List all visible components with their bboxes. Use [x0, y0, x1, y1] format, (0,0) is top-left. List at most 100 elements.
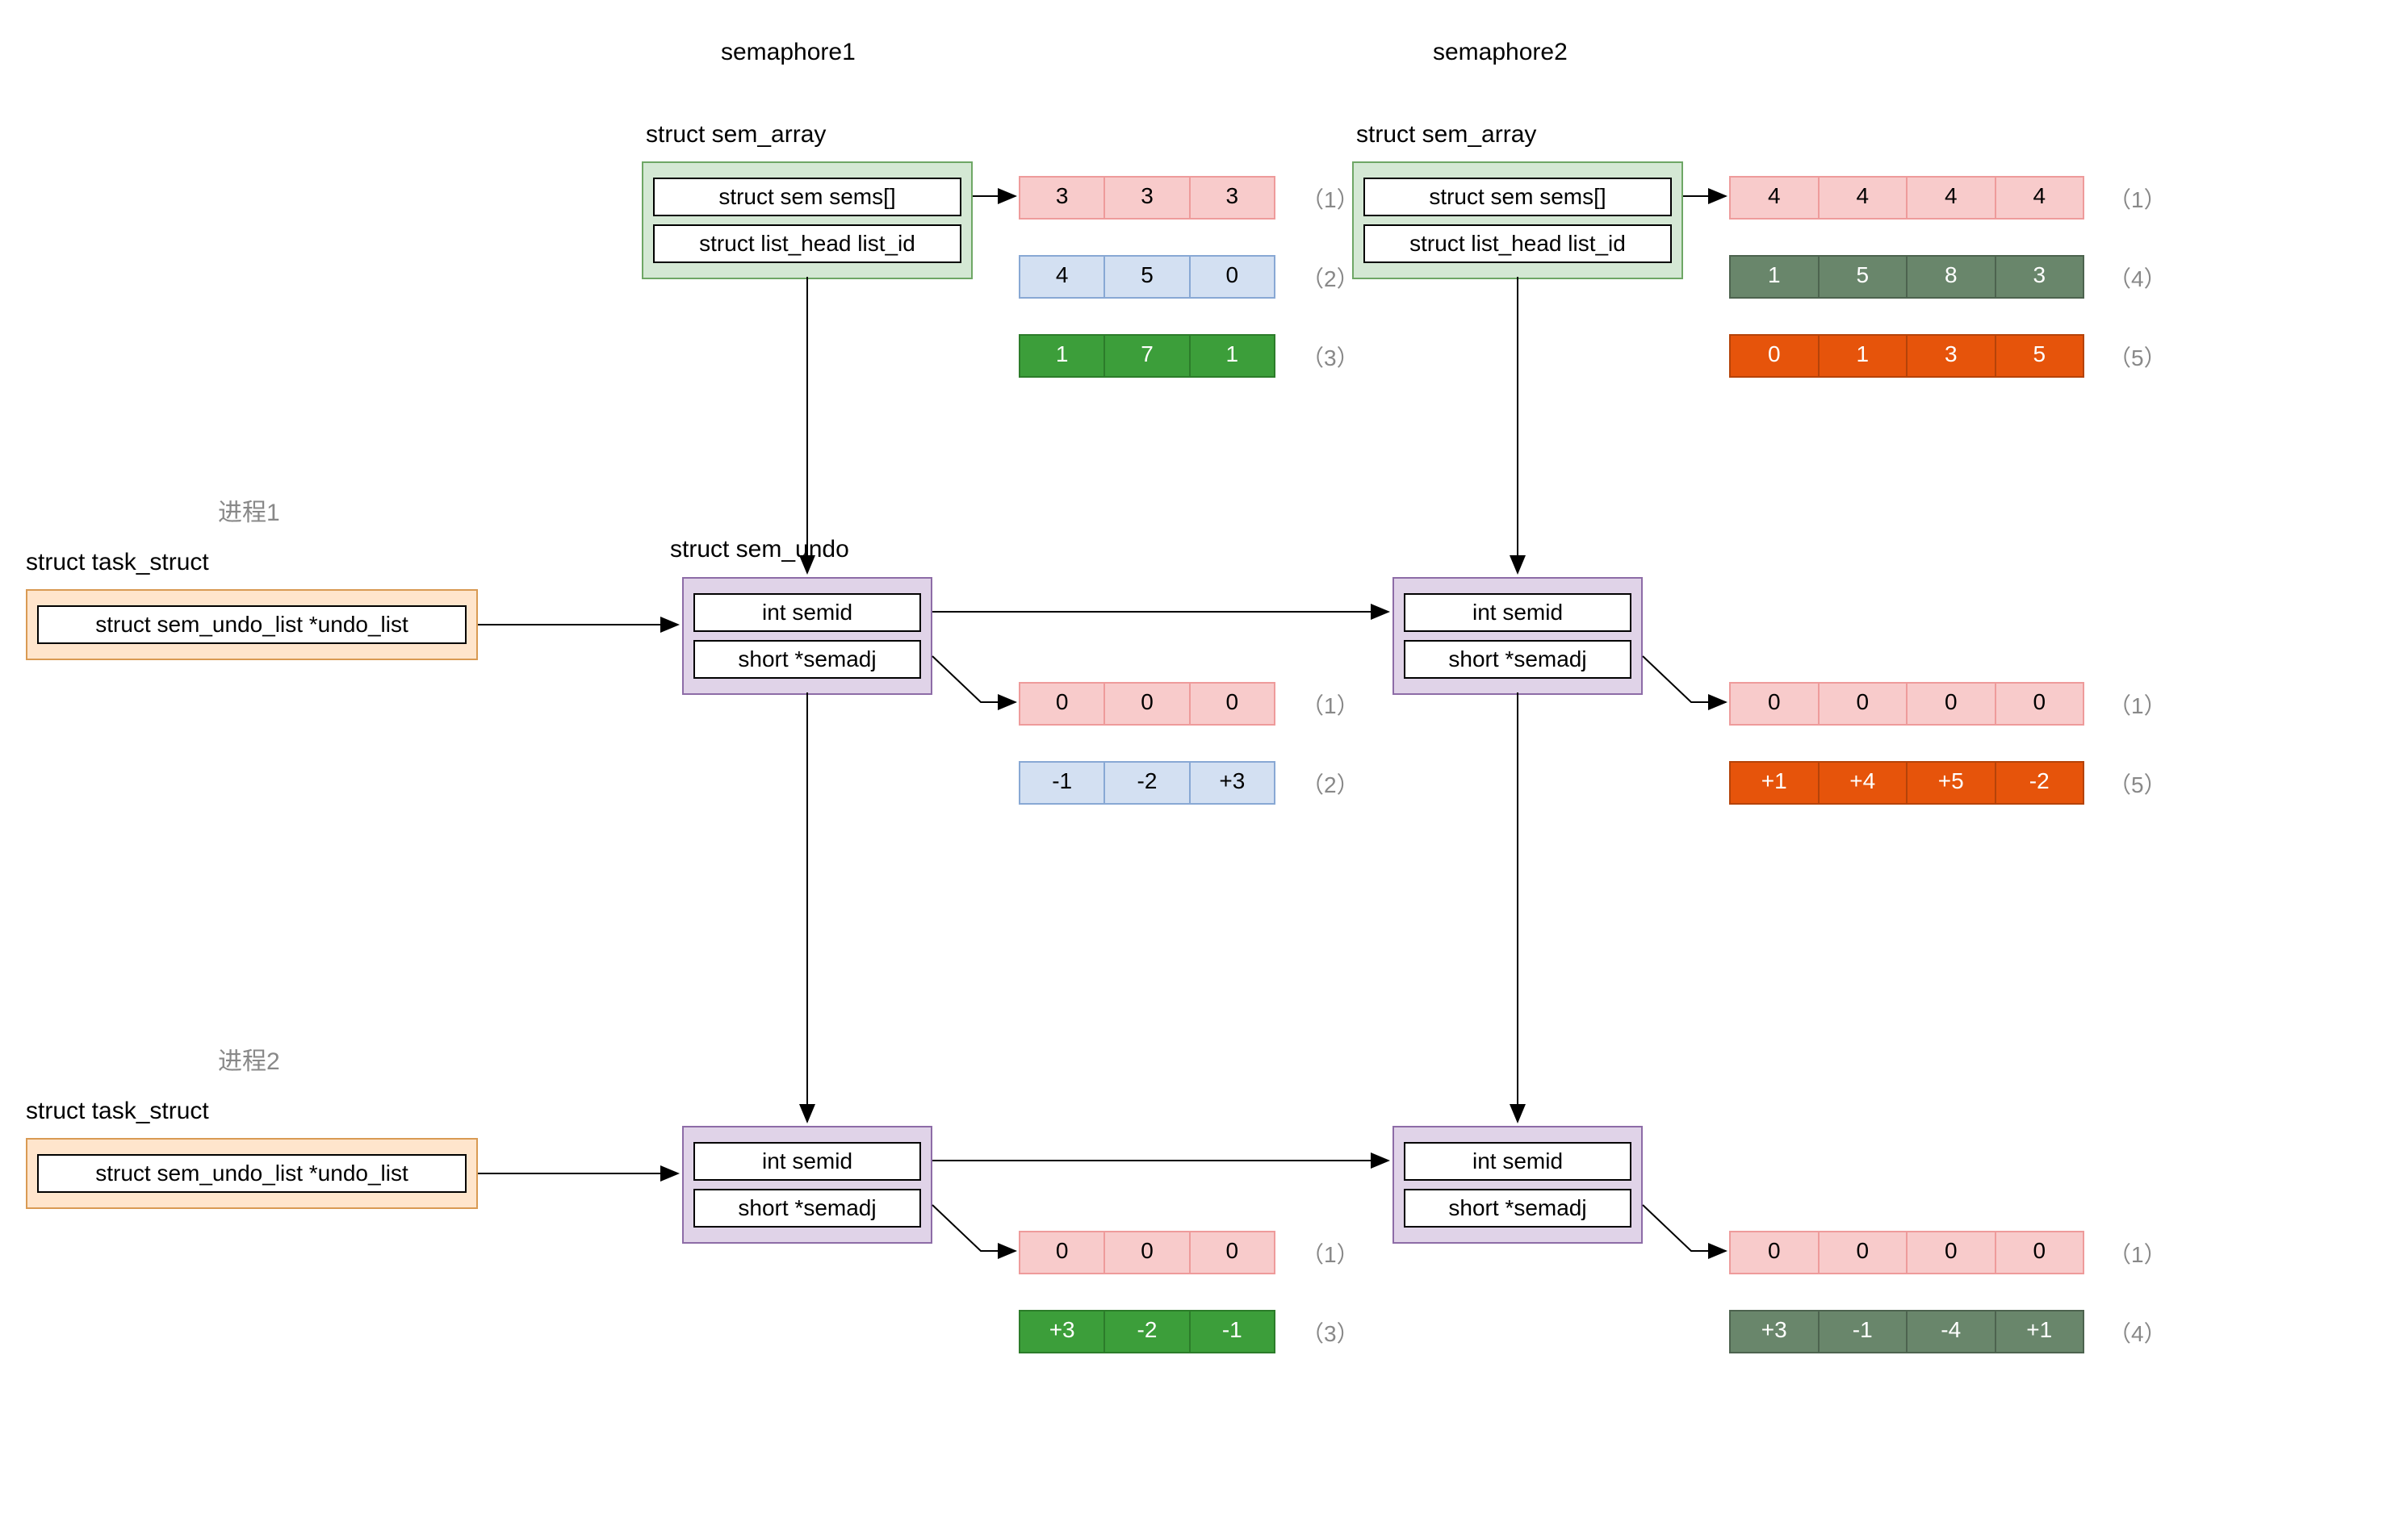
list-head-field: struct list_head list_id [653, 224, 961, 263]
cell: 0 [1191, 684, 1274, 724]
semadj-field: short *semadj [693, 1189, 921, 1228]
list-head-field: struct list_head list_id [1363, 224, 1672, 263]
cell: 3 [1105, 178, 1190, 218]
undo_p2_s1-row0: 000 [1019, 1231, 1275, 1274]
sem_array1-tag0: （1） [1301, 182, 1359, 215]
cell: 7 [1105, 336, 1190, 376]
semid-field: int semid [693, 593, 921, 632]
sem_array1-row0: 333 [1019, 176, 1275, 220]
undo-list-field: struct sem_undo_list *undo_list [37, 605, 467, 644]
cell: +3 [1020, 1311, 1105, 1352]
cell: 0 [1191, 1232, 1274, 1273]
cell: 0 [1731, 1232, 1820, 1273]
cell: 0 [1191, 257, 1274, 297]
semid-field: int semid [1404, 593, 1631, 632]
undo_p1_s1-row0: 000 [1019, 682, 1275, 726]
process2-label: 进程2 [218, 1041, 280, 1077]
sem_array1-tag2: （3） [1301, 341, 1359, 373]
undo_p2_s2-tag1: （4） [2109, 1316, 2167, 1349]
cell: +3 [1191, 763, 1274, 803]
undo_p1_s2-row1: +1+4+5-2 [1729, 761, 2084, 805]
cell: +1 [1996, 1311, 2083, 1352]
sem-undo-p1s1-box: int semid short *semadj [682, 577, 932, 695]
cell: 3 [1191, 178, 1274, 218]
undo_p2_s1-tag0: （1） [1301, 1237, 1359, 1270]
cell: 4 [1020, 257, 1105, 297]
sem-undo-p1s2-box: int semid short *semadj [1392, 577, 1643, 695]
cell: 5 [1996, 336, 2083, 376]
cell: 0 [1731, 684, 1820, 724]
cell: 3 [1996, 257, 2083, 297]
undo_p1_s1-tag1: （2） [1301, 768, 1359, 800]
cell: 3 [1020, 178, 1105, 218]
task-struct1-label: struct task_struct [26, 549, 209, 576]
undo_p2_s2-row0: 0000 [1729, 1231, 2084, 1274]
cell: 0 [1996, 684, 2083, 724]
sem-undo-label: struct sem_undo [670, 536, 849, 563]
semaphore2-title: semaphore2 [1433, 39, 1568, 66]
cell: 8 [1908, 257, 1996, 297]
sem_array1-tag1: （2） [1301, 261, 1359, 294]
semid-field: int semid [693, 1142, 921, 1181]
cell: 0 [1020, 684, 1105, 724]
cell: 0 [1731, 336, 1820, 376]
cell: 0 [1105, 1232, 1190, 1273]
undo_p2_s1-tag1: （3） [1301, 1316, 1359, 1349]
cell: -1 [1191, 1311, 1274, 1352]
sem_array2-tag0: （1） [2109, 182, 2167, 215]
undo_p1_s2-tag1: （5） [2109, 768, 2167, 800]
undo-list-field: struct sem_undo_list *undo_list [37, 1154, 467, 1193]
cell: 5 [1820, 257, 1908, 297]
cell: 0 [1820, 684, 1908, 724]
sem_array2-row2: 0135 [1729, 334, 2084, 378]
cell: 3 [1908, 336, 1996, 376]
sem-array1-label: struct sem_array [646, 121, 826, 148]
task-struct1-box: struct sem_undo_list *undo_list [26, 589, 478, 660]
cell: 4 [1731, 178, 1820, 218]
semaphore1-title: semaphore1 [721, 39, 856, 66]
cell: 1 [1020, 336, 1105, 376]
cell: 5 [1105, 257, 1190, 297]
cell: 4 [1908, 178, 1996, 218]
process1-label: 进程1 [218, 492, 280, 528]
undo_p1_s2-row0: 0000 [1729, 682, 2084, 726]
cell: 1 [1820, 336, 1908, 376]
undo_p1_s1-row1: -1-2+3 [1019, 761, 1275, 805]
cell: -1 [1020, 763, 1105, 803]
cell: 0 [1105, 684, 1190, 724]
cell: 0 [1908, 684, 1996, 724]
cell: +4 [1820, 763, 1908, 803]
cell: -2 [1996, 763, 2083, 803]
sem_array2-tag2: （5） [2109, 341, 2167, 373]
cell: 0 [1908, 1232, 1996, 1273]
cell: 1 [1191, 336, 1274, 376]
cell: 4 [1996, 178, 2083, 218]
sem-array1-box: struct sem sems[] struct list_head list_… [642, 161, 973, 279]
undo_p2_s2-row1: +3-1-4+1 [1729, 1310, 2084, 1353]
cell: 1 [1731, 257, 1820, 297]
semadj-field: short *semadj [1404, 1189, 1631, 1228]
cell: -1 [1820, 1311, 1908, 1352]
sem-undo-p2s1-box: int semid short *semadj [682, 1126, 932, 1244]
undo_p1_s1-tag0: （1） [1301, 688, 1359, 721]
cell: 4 [1820, 178, 1908, 218]
sem-undo-p2s2-box: int semid short *semadj [1392, 1126, 1643, 1244]
sem_array2-row0: 4444 [1729, 176, 2084, 220]
cell: 0 [1020, 1232, 1105, 1273]
sem-array2-box: struct sem sems[] struct list_head list_… [1352, 161, 1683, 279]
task-struct2-box: struct sem_undo_list *undo_list [26, 1138, 478, 1209]
undo_p2_s1-row1: +3-2-1 [1019, 1310, 1275, 1353]
task-struct2-label: struct task_struct [26, 1098, 209, 1125]
undo_p2_s2-tag0: （1） [2109, 1237, 2167, 1270]
sem_array1-row1: 450 [1019, 255, 1275, 299]
sem_array2-tag1: （4） [2109, 261, 2167, 294]
semadj-field: short *semadj [1404, 640, 1631, 679]
sem_array1-row2: 171 [1019, 334, 1275, 378]
sem_array2-row1: 1583 [1729, 255, 2084, 299]
sem-array2-label: struct sem_array [1356, 121, 1536, 148]
cell: 0 [1820, 1232, 1908, 1273]
cell: -2 [1105, 1311, 1190, 1352]
cell: +3 [1731, 1311, 1820, 1352]
cell: +5 [1908, 763, 1996, 803]
undo_p1_s2-tag0: （1） [2109, 688, 2167, 721]
